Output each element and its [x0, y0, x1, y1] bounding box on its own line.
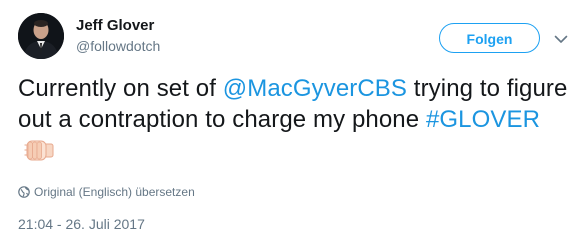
mention-link[interactable]: @MacGyverCBS	[223, 75, 407, 102]
user-handle[interactable]: @followdotch	[76, 37, 160, 55]
tweet-header: Jeff Glover @followdotch Folgen	[18, 13, 568, 59]
translate-label: Original (Englisch) übersetzen	[34, 185, 195, 199]
follow-button[interactable]: Folgen	[439, 23, 540, 53]
name-block: Jeff Glover @followdotch	[76, 16, 160, 55]
tweet-text-part: Currently on set of	[18, 75, 223, 102]
display-name[interactable]: Jeff Glover	[76, 16, 160, 35]
tweet-card: Jeff Glover @followdotch Folgen Currentl…	[0, 0, 583, 242]
globe-icon	[18, 186, 30, 202]
translate-link[interactable]: Original (Englisch) übersetzen	[18, 184, 195, 200]
tweet-timestamp[interactable]: 21:04 - 26. Juli 2017	[18, 215, 145, 233]
tweet-text: Currently on set of @MacGyverCBS trying …	[18, 73, 573, 170]
chevron-down-icon[interactable]	[554, 32, 568, 44]
avatar[interactable]	[18, 13, 64, 59]
hashtag-link[interactable]: #GLOVER	[426, 106, 540, 133]
fist-bump-emoji-icon	[24, 138, 54, 170]
